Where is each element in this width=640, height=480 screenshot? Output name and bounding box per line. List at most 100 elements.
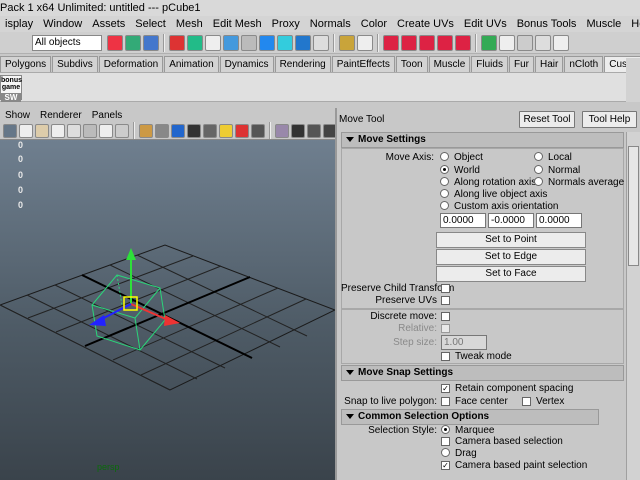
select-hierarchy-icon[interactable] [107,34,123,51]
face-center-checkbox[interactable] [441,397,450,406]
film-gate-icon[interactable] [99,123,113,138]
construction-history-icon[interactable] [481,34,497,51]
shelf-tab-animation[interactable]: Animation [164,56,219,72]
custom-axis-z-field[interactable]: 0.0000 [536,213,582,228]
camera-bookmark-icon[interactable] [19,123,33,138]
render-current-frame-icon[interactable] [499,34,515,51]
select-handles-icon[interactable] [187,34,203,51]
retain-component-spacing-checkbox[interactable]: ✓ [441,384,450,393]
camera-attributes-icon[interactable] [3,123,17,138]
shelf-tab-muscle[interactable]: Muscle [428,56,471,72]
axis-option-object[interactable]: Object [440,152,483,163]
camera-based-paint-selection-checkbox[interactable]: ✓ [441,461,450,470]
move-snap-settings-section-header[interactable]: Move Snap Settings [341,365,624,381]
discrete-move-checkbox[interactable] [441,312,450,321]
axis-option-normal[interactable]: Normal [534,165,580,176]
camera-based-selection-checkbox[interactable] [441,437,450,446]
shelf-tab-fluids[interactable]: Fluids [471,56,508,72]
selection-mode-field[interactable]: All objects [32,34,102,51]
select-joints-icon[interactable] [205,34,221,51]
shelf-tab-deformation[interactable]: Deformation [98,56,164,72]
isolate-select-icon[interactable] [275,123,289,138]
perspective-viewport[interactable]: 0 0 0 0 0 persp [0,140,335,480]
axis-option-along-live-object-axis[interactable]: Along live object axis [440,189,547,200]
menu-edit-uvs[interactable]: Edit UVs [459,16,512,32]
menu-mesh[interactable]: Mesh [171,16,208,32]
snap-to-view-plane-icon[interactable] [437,34,453,51]
show-channel-box-icon[interactable] [553,34,569,51]
menu-proxy[interactable]: Proxy [267,16,305,32]
shelf-tab-subdivs[interactable]: Subdivs [52,56,98,72]
viewport-menu-panels[interactable]: Panels [87,110,128,121]
shelf-scrollbar[interactable] [626,58,640,102]
resolution-gate-icon[interactable] [115,123,129,138]
viewport-menu-show[interactable]: Show [0,110,35,121]
render-settings-icon[interactable] [535,34,551,51]
snap-to-grid-icon[interactable] [383,34,399,51]
step-size-field[interactable]: 1.00 [441,335,487,350]
custom-axis-x-field[interactable]: 0.0000 [440,213,486,228]
axis-option-local[interactable]: Local [534,152,572,163]
preserve-child-transform-checkbox[interactable] [441,284,450,293]
anti-aliasing-icon[interactable] [323,123,335,138]
shelf-tab-fur[interactable]: Fur [508,56,534,72]
select-rendering-icon[interactable] [295,34,311,51]
select-component-icon[interactable] [143,34,159,51]
selection-style-drag[interactable]: Drag [441,448,477,459]
move-manipulator[interactable] [89,248,180,326]
highlight-selection-icon[interactable] [357,34,373,51]
menu-muscle[interactable]: Muscle [581,16,626,32]
set-to-point-button[interactable]: Set to Point [436,232,586,248]
bounding-box-icon[interactable] [203,123,217,138]
set-to-edge-button[interactable]: Set to Edge [436,249,586,265]
select-object-icon[interactable] [125,34,141,51]
panel-divider[interactable] [335,108,337,480]
select-surfaces-icon[interactable] [241,34,257,51]
select-misc-icon[interactable] [313,34,329,51]
make-live-icon[interactable] [455,34,471,51]
ambient-occlusion-icon[interactable] [307,123,321,138]
grid-toggle-icon[interactable] [83,123,97,138]
menu-create-uvs[interactable]: Create UVs [392,16,459,32]
use-all-lights-icon[interactable] [219,123,233,138]
menu-edit-mesh[interactable]: Edit Mesh [208,16,267,32]
lock-selection-icon[interactable] [339,34,355,51]
shelf-tab-polygons[interactable]: Polygons [0,56,52,72]
scrollbar-thumb[interactable] [628,146,639,266]
shelf-tab-dynamics[interactable]: Dynamics [219,56,274,72]
selection-style-marquee[interactable]: Marquee [441,425,494,436]
menu-assets[interactable]: Assets [87,16,130,32]
axis-option-custom-axis-orientation[interactable]: Custom axis orientation [440,201,559,212]
select-curves-icon[interactable] [223,34,239,51]
shelf-tab-hair[interactable]: Hair [534,56,564,72]
wireframe-icon[interactable] [139,123,153,138]
common-selection-options-section-header[interactable]: Common Selection Options [341,409,599,425]
preserve-uvs-checkbox[interactable] [441,296,450,305]
shelf-tab-ncloth[interactable]: nCloth [564,56,604,72]
menu-isplay[interactable]: isplay [0,16,38,32]
select-dynamics-icon[interactable] [277,34,293,51]
smooth-shade-icon[interactable] [155,123,169,138]
smooth-shade-wire-icon[interactable] [171,123,185,138]
menu-normals[interactable]: Normals [305,16,356,32]
snap-to-point-icon[interactable] [419,34,435,51]
axis-option-normals-average[interactable]: Normals average [534,177,624,188]
move-settings-section-header[interactable]: Move Settings [341,132,624,148]
custom-axis-y-field[interactable]: -0.0000 [488,213,534,228]
high-quality-icon[interactable] [291,123,305,138]
menu-help[interactable]: Help [626,16,640,32]
tool-help-button[interactable]: Tool Help [582,111,637,128]
select-by-type-icon[interactable] [169,34,185,51]
grease-pencil-icon[interactable] [67,123,81,138]
bonus-game-sw-shelf-button[interactable]: bonus game SW [0,75,22,102]
two-d-pan-zoom-icon[interactable] [51,123,65,138]
axis-option-along-rotation-axis[interactable]: Along rotation axis [440,177,536,188]
select-deformations-icon[interactable] [259,34,275,51]
shelf-tab-painteffects[interactable]: PaintEffects [331,56,395,72]
vertex-checkbox[interactable] [522,397,531,406]
image-plane-icon[interactable] [35,123,49,138]
menu-color[interactable]: Color [356,16,392,32]
menu-select[interactable]: Select [130,16,171,32]
reset-tool-button[interactable]: Reset Tool [519,111,575,128]
shelf-tab-rendering[interactable]: Rendering [274,56,331,72]
